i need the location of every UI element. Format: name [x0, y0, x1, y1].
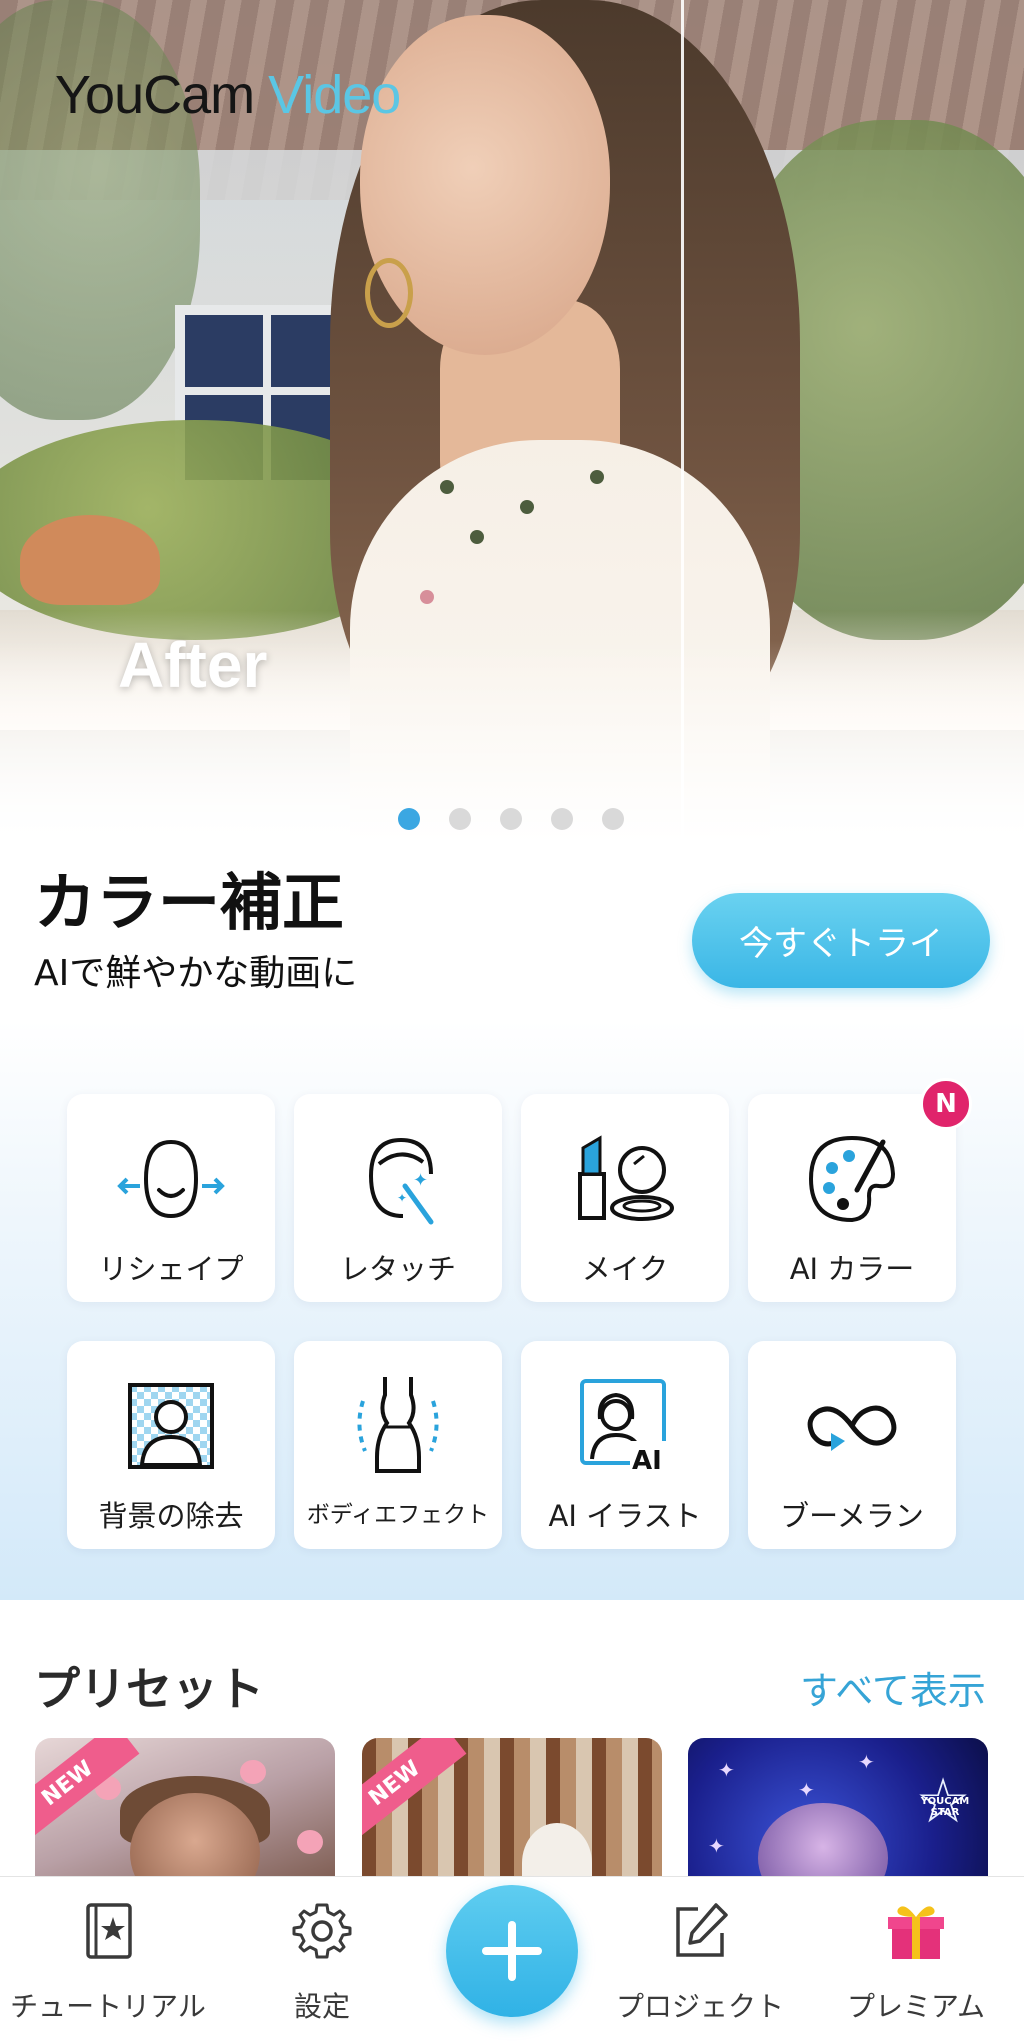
sparkle-icon: ✦: [858, 1750, 875, 1774]
preset-thumbnail[interactable]: NEW: [35, 1738, 335, 1888]
try-now-button[interactable]: 今すぐトライ: [692, 893, 990, 988]
see-all-link[interactable]: すべて表示: [800, 1660, 986, 1715]
palette-brush-icon: [808, 1135, 896, 1223]
tool-label: メイク: [581, 1252, 669, 1286]
nav-label: 設定: [293, 1990, 350, 2023]
flower-pot: [20, 515, 160, 605]
preset-thumbnail[interactable]: NEW: [362, 1738, 662, 1888]
gear-icon: [292, 1903, 352, 1959]
before-after-divider[interactable]: [681, 0, 684, 865]
infinity-loop-icon: [807, 1405, 897, 1451]
carousel-dot[interactable]: [551, 808, 573, 830]
after-label: After: [118, 629, 268, 701]
dress-flower: [420, 590, 434, 604]
nav-project[interactable]: プロジェクト: [600, 1877, 800, 2044]
ai-icon-text: AI: [632, 1446, 662, 1476]
model-earring: [365, 258, 413, 328]
tool-ai-color[interactable]: AI カラー: [748, 1094, 956, 1302]
tool-label: ボディエフェクト: [306, 1502, 490, 1528]
nav-settings[interactable]: 設定: [222, 1877, 422, 2044]
nav-label: チュートリアル: [10, 1990, 206, 2023]
dress-flower: [590, 470, 604, 484]
face-reshape-icon: [117, 1139, 225, 1219]
tool-retouch[interactable]: ✦ ✦ レタッチ: [294, 1094, 502, 1302]
tool-body-effect[interactable]: ボディエフェクト: [294, 1341, 502, 1549]
carousel-dot[interactable]: [398, 808, 420, 830]
tool-label: リシェイプ: [98, 1252, 244, 1286]
feature-subtitle: AIで鮮やかな動画に: [34, 953, 358, 994]
tool-boomerang[interactable]: ブーメラン: [748, 1341, 956, 1549]
body-shape-icon: [357, 1377, 439, 1473]
nav-tutorial[interactable]: チュートリアル: [8, 1877, 208, 2044]
carousel-dot[interactable]: [500, 808, 522, 830]
heart-icon: [297, 1830, 323, 1854]
dress-flower: [470, 530, 484, 544]
carousel-dot[interactable]: [602, 808, 624, 830]
heart-icon: [240, 1760, 266, 1784]
feature-title: カラー補正: [34, 866, 345, 939]
nav-premium[interactable]: プレミアム: [816, 1877, 1016, 2044]
app-logo: YouCam Video: [55, 64, 401, 126]
sparkle-icon: ✦: [708, 1834, 725, 1858]
tool-label: AI イラスト: [548, 1499, 702, 1533]
new-ribbon: NEW: [362, 1738, 467, 1846]
edit-icon: [676, 1903, 728, 1957]
star-badge-text: YOUCAM STAR: [920, 1796, 970, 1818]
tool-ai-illust[interactable]: AI AI イラスト: [521, 1341, 729, 1549]
tool-label: AI カラー: [789, 1252, 915, 1286]
dress-flower: [520, 500, 534, 514]
logo-text-video: Video: [268, 65, 401, 125]
svg-text:✦: ✦: [413, 1170, 428, 1191]
foliage-left: [0, 0, 200, 420]
dress-flower: [440, 480, 454, 494]
sparkle-icon: ✦: [718, 1758, 735, 1782]
logo-text-youcam: YouCam: [55, 65, 255, 125]
presets-title: プリセット: [34, 1662, 264, 1716]
plus-icon: [482, 1921, 542, 1981]
tool-makeup[interactable]: メイク: [521, 1094, 729, 1302]
carousel-indicator: [398, 808, 624, 830]
nav-label: プレミアム: [846, 1990, 986, 2023]
tool-background-remove[interactable]: 背景の除去: [67, 1341, 275, 1549]
gift-icon: [888, 1906, 944, 1959]
add-project-button[interactable]: [446, 1885, 578, 2017]
ai-portrait-icon: AI: [580, 1379, 672, 1476]
svg-text:✦: ✦: [397, 1191, 407, 1205]
tool-label: レタッチ: [339, 1252, 456, 1286]
tool-label: 背景の除去: [98, 1499, 244, 1533]
lipstick-compact-icon: [578, 1135, 674, 1221]
hero-banner[interactable]: YouCam Video After: [0, 0, 1024, 865]
new-badge: N: [920, 1078, 972, 1130]
background-remove-icon: [128, 1383, 214, 1469]
sparkle-icon: ✦: [798, 1778, 815, 1802]
book-star-icon: [86, 1903, 132, 1959]
preset-thumbnail[interactable]: ✦ ✦ ✦ ✦ ☆ YOUCAM STAR: [688, 1738, 988, 1888]
tool-reshape[interactable]: リシェイプ: [67, 1094, 275, 1302]
nav-label: プロジェクト: [615, 1990, 784, 2023]
tool-label: ブーメラン: [780, 1499, 924, 1533]
magic-wand-face-icon: ✦ ✦: [368, 1137, 434, 1225]
carousel-dot[interactable]: [449, 808, 471, 830]
